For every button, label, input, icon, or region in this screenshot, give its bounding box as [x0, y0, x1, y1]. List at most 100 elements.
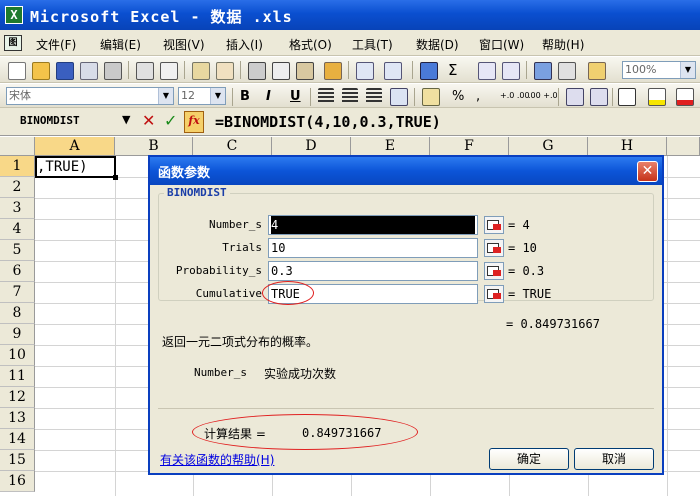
decrease-decimal-button[interactable]: .00 +.0: [528, 91, 558, 100]
cell-a1[interactable]: ,TRUE): [35, 156, 116, 178]
mail-icon[interactable]: [104, 62, 122, 80]
fill-handle[interactable]: [113, 175, 118, 180]
percent-button[interactable]: %: [452, 89, 464, 104]
formula-text[interactable]: =BINOMDIST(4,10,0.3,TRUE): [215, 113, 441, 131]
ok-button[interactable]: 确定: [489, 448, 569, 470]
increase-indent-icon[interactable]: [590, 88, 608, 106]
menu-file[interactable]: 文件(F): [36, 36, 76, 53]
autosum-icon[interactable]: Σ: [448, 61, 457, 79]
undo-icon[interactable]: [356, 62, 374, 80]
menu-insert[interactable]: 插入(I): [226, 36, 263, 53]
comma-button[interactable]: ,: [476, 89, 480, 104]
row-header[interactable]: 10: [0, 345, 35, 366]
dialog-title-bar[interactable]: 函数参数: [150, 157, 662, 185]
hyperlink-icon[interactable]: [420, 62, 438, 80]
menu-help[interactable]: 帮助(H): [542, 36, 584, 53]
font-combo[interactable]: 宋体 ▼: [6, 87, 174, 105]
arg-input-probability-s[interactable]: 0.3: [268, 261, 478, 281]
row-header[interactable]: 14: [0, 429, 35, 450]
row-header[interactable]: 9: [0, 324, 35, 345]
cancel-button[interactable]: 取消: [574, 448, 654, 470]
menu-tools[interactable]: 工具(T): [352, 36, 393, 53]
italic-button[interactable]: I: [266, 89, 271, 104]
row-header[interactable]: 16: [0, 471, 35, 492]
open-icon[interactable]: [32, 62, 50, 80]
merge-center-icon[interactable]: [390, 88, 408, 106]
insert-function-icon[interactable]: fx: [184, 111, 204, 133]
align-left-icon[interactable]: [318, 88, 334, 104]
paste-icon[interactable]: [296, 62, 314, 80]
row-header[interactable]: 1: [0, 156, 35, 177]
copy-icon[interactable]: [272, 62, 290, 80]
document-icon[interactable]: 图: [4, 35, 22, 51]
row-header[interactable]: 7: [0, 282, 35, 303]
column-header-h[interactable]: H: [588, 137, 667, 156]
row-header[interactable]: 15: [0, 450, 35, 471]
row-header[interactable]: 5: [0, 240, 35, 261]
row-header[interactable]: 3: [0, 198, 35, 219]
row-header[interactable]: 4: [0, 219, 35, 240]
cancel-formula-icon[interactable]: ✕: [142, 111, 155, 130]
column-header-g[interactable]: G: [509, 137, 588, 156]
row-header[interactable]: 2: [0, 177, 35, 198]
underline-button[interactable]: U: [290, 89, 301, 104]
sort-ascending-icon[interactable]: [478, 62, 496, 80]
align-center-icon[interactable]: [342, 88, 358, 104]
row-header[interactable]: 11: [0, 366, 35, 387]
increase-decimal-button[interactable]: +.0 .00: [500, 91, 530, 100]
new-icon[interactable]: [8, 62, 26, 80]
collapse-dialog-icon[interactable]: [484, 216, 504, 234]
format-painter-icon[interactable]: [324, 62, 342, 80]
bold-button[interactable]: B: [240, 89, 250, 104]
fill-color-icon[interactable]: [648, 88, 666, 106]
redo-icon[interactable]: [384, 62, 402, 80]
arg-input-trials[interactable]: 10: [268, 238, 478, 258]
print-preview-icon[interactable]: [160, 62, 178, 80]
row-header[interactable]: 12: [0, 387, 35, 408]
name-box[interactable]: BINOMDIST: [2, 111, 114, 131]
align-right-icon[interactable]: [366, 88, 382, 104]
enter-formula-icon[interactable]: ✓: [164, 111, 177, 130]
arg-input-number-s[interactable]: 4: [268, 215, 478, 235]
menu-data[interactable]: 数据(D): [416, 36, 459, 53]
collapse-dialog-icon[interactable]: [484, 262, 504, 280]
chevron-down-icon[interactable]: ▼: [158, 88, 173, 104]
decrease-indent-icon[interactable]: [566, 88, 584, 106]
row-header[interactable]: 8: [0, 303, 35, 324]
zoom-combo[interactable]: 100% ▼: [622, 61, 696, 79]
column-header-d[interactable]: D: [272, 137, 351, 156]
row-header[interactable]: 6: [0, 261, 35, 282]
borders-icon[interactable]: [618, 88, 636, 106]
drawing-icon[interactable]: [558, 62, 576, 80]
help-link[interactable]: 有关该函数的帮助(H): [160, 451, 274, 468]
help-assistant-icon[interactable]: [588, 62, 606, 80]
menu-view[interactable]: 视图(V): [163, 36, 205, 53]
column-header-e[interactable]: E: [351, 137, 430, 156]
font-size-combo[interactable]: 12 ▼: [178, 87, 226, 105]
menu-edit[interactable]: 编辑(E): [100, 36, 141, 53]
menu-format[interactable]: 格式(O): [289, 36, 332, 53]
save-icon[interactable]: [56, 62, 74, 80]
column-header-b[interactable]: B: [115, 137, 193, 156]
cut-icon[interactable]: [248, 62, 266, 80]
collapse-dialog-icon[interactable]: [484, 285, 504, 303]
chevron-down-icon[interactable]: ▼: [122, 113, 130, 126]
permission-icon[interactable]: [80, 62, 98, 80]
select-all-corner[interactable]: [0, 137, 35, 156]
chevron-down-icon[interactable]: ▼: [210, 88, 225, 104]
column-header-c[interactable]: C: [193, 137, 272, 156]
close-button[interactable]: ✕: [637, 161, 658, 182]
column-header-a[interactable]: A: [35, 137, 115, 156]
chart-wizard-icon[interactable]: [534, 62, 552, 80]
currency-icon[interactable]: [422, 88, 440, 106]
menu-window[interactable]: 窗口(W): [479, 36, 524, 53]
column-header-i[interactable]: [667, 137, 700, 156]
research-icon[interactable]: [216, 62, 234, 80]
chevron-down-icon[interactable]: ▼: [680, 62, 695, 78]
excel-app-icon[interactable]: X: [5, 6, 23, 24]
print-icon[interactable]: [136, 62, 154, 80]
column-header-f[interactable]: F: [430, 137, 509, 156]
collapse-dialog-icon[interactable]: [484, 239, 504, 257]
spelling-icon[interactable]: [192, 62, 210, 80]
font-color-icon[interactable]: [676, 88, 694, 106]
